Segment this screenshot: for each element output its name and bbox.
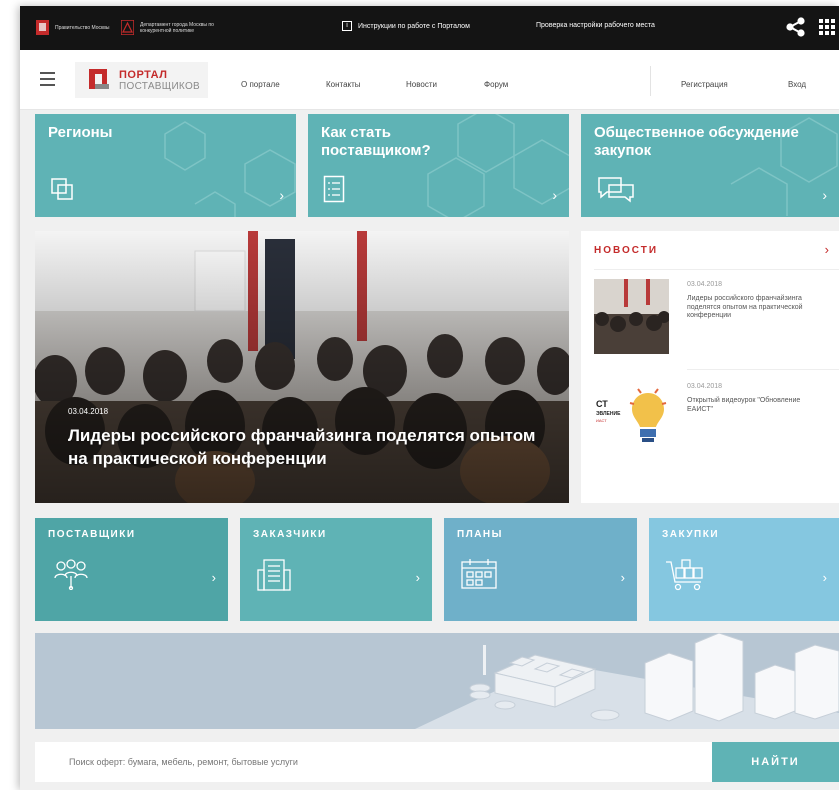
top-bar: Правительство Москвы Департамент города … [20, 6, 839, 50]
calendar-icon [461, 559, 497, 589]
conference-thumb-image [594, 279, 669, 354]
layers-icon [51, 178, 73, 200]
chevron-right-icon[interactable]: › [825, 242, 829, 257]
gov-moscow-label: Правительство Москвы [55, 24, 110, 31]
news-divider [687, 369, 839, 370]
category-plans-label: ПЛАНЫ [457, 529, 503, 540]
warehouse-illustration [35, 633, 839, 729]
logo-mark-icon [89, 69, 109, 89]
hero-news-card[interactable]: 03.04.2018 Лидеры российского франчайзин… [35, 231, 569, 503]
news-item-date: 03.04.2018 [687, 383, 723, 390]
cart-icon [666, 559, 703, 591]
lightbulb-icon [629, 388, 667, 442]
chevron-right-icon: › [279, 187, 284, 203]
category-plans[interactable]: ПЛАНЫ › [444, 518, 637, 621]
thumb-text: ИАСТ [596, 418, 607, 423]
chat-icon [598, 177, 634, 203]
nav-contacts[interactable]: Контакты [326, 80, 361, 89]
nav-forum[interactable]: Форум [484, 80, 508, 89]
category-purchases-label: ЗАКУПКИ [662, 529, 720, 540]
tile-regions[interactable]: Регионы › [35, 114, 296, 217]
instructions-link[interactable]: i Инструкции по работе с Порталом [342, 21, 470, 31]
grid-icon[interactable] [819, 19, 835, 35]
tile-discussion-title: Общественное обсуждение закупок [594, 124, 799, 159]
search-button[interactable]: НАЙТИ [712, 742, 839, 782]
moscow-emblem-icon [36, 20, 49, 35]
tile-public-discussion[interactable]: Общественное обсуждение закупок › [581, 114, 839, 217]
category-customers-label: ЗАКАЗЧИКИ [253, 529, 327, 540]
browser-page: Правительство Москвы Департамент города … [20, 6, 839, 790]
chevron-right-icon: › [822, 187, 827, 203]
category-suppliers[interactable]: ПОСТАВЩИКИ › [35, 518, 228, 621]
offer-search: НАЙТИ [35, 742, 839, 782]
chevron-right-icon: › [415, 570, 420, 585]
news-heading[interactable]: НОВОСТИ [594, 245, 658, 256]
main-nav: ПОРТАЛ ПОСТАВЩИКОВ О портале Контакты Но… [20, 50, 839, 110]
nav-news[interactable]: Новости [406, 80, 437, 89]
document-list-icon [323, 175, 345, 203]
news-item-date: 03.04.2018 [687, 281, 723, 288]
portal-logo[interactable]: ПОРТАЛ ПОСТАВЩИКОВ [75, 62, 208, 98]
gov-moscow-link[interactable]: Правительство Москвы [36, 20, 127, 35]
nav-login[interactable]: Вход [788, 80, 806, 89]
logo-title: ПОРТАЛ [119, 69, 168, 81]
gov-dept-label: Департамент города Москвы по конкурентно… [140, 21, 214, 34]
nav-about[interactable]: О портале [241, 80, 280, 89]
tile-how-to-become-supplier[interactable]: Как стать поставщиком? › [308, 114, 569, 217]
tile-supplier-title: Как стать поставщиком? [321, 124, 431, 159]
instructions-label: Инструкции по работе с Порталом [358, 22, 470, 30]
menu-icon[interactable] [40, 72, 55, 90]
category-purchases[interactable]: ЗАКУПКИ › [649, 518, 839, 621]
check-settings-link[interactable]: Проверка настройки рабочего места [536, 22, 655, 29]
tile-regions-title: Регионы [48, 124, 113, 141]
news-item-title[interactable]: Лидеры российского франчайзинга поделятс… [687, 295, 817, 321]
thumb-text: СТ [596, 399, 608, 409]
gov-dept-link[interactable]: Департамент города Москвы по конкурентно… [121, 20, 240, 35]
chevron-right-icon: › [211, 570, 216, 585]
news-divider [594, 269, 839, 270]
info-icon: i [342, 21, 352, 31]
chevron-right-icon: › [620, 570, 625, 585]
nav-register[interactable]: Регистрация [681, 80, 728, 89]
thumb-text: ЭВЛЕНИЕ [596, 411, 621, 417]
news-thumb-1[interactable] [594, 279, 669, 354]
news-thumb-2[interactable]: СТ ЭВЛЕНИЕ ИАСТ [594, 381, 669, 456]
category-suppliers-label: ПОСТАВЩИКИ [48, 529, 136, 540]
hero-date: 03.04.2018 [68, 407, 109, 416]
share-icon[interactable] [785, 17, 807, 37]
logo-subtitle: ПОСТАВЩИКОВ [119, 81, 200, 92]
chevron-right-icon: › [822, 570, 827, 585]
building-icon [257, 559, 291, 591]
news-item-title[interactable]: Открытый видеоурок "Обновление ЕАИСТ" [687, 397, 817, 414]
people-network-icon [54, 559, 88, 590]
warehouse-banner [35, 633, 839, 729]
category-customers[interactable]: ЗАКАЗЧИКИ › [240, 518, 432, 621]
news-panel: НОВОСТИ › 03.04.2018 Лидеры российского … [581, 231, 839, 503]
hero-title[interactable]: Лидеры российского франчайзинга поделятс… [68, 424, 538, 470]
search-input[interactable] [35, 742, 712, 782]
dept-emblem-icon [121, 20, 134, 35]
nav-divider [650, 66, 651, 96]
chevron-right-icon: › [552, 187, 557, 203]
